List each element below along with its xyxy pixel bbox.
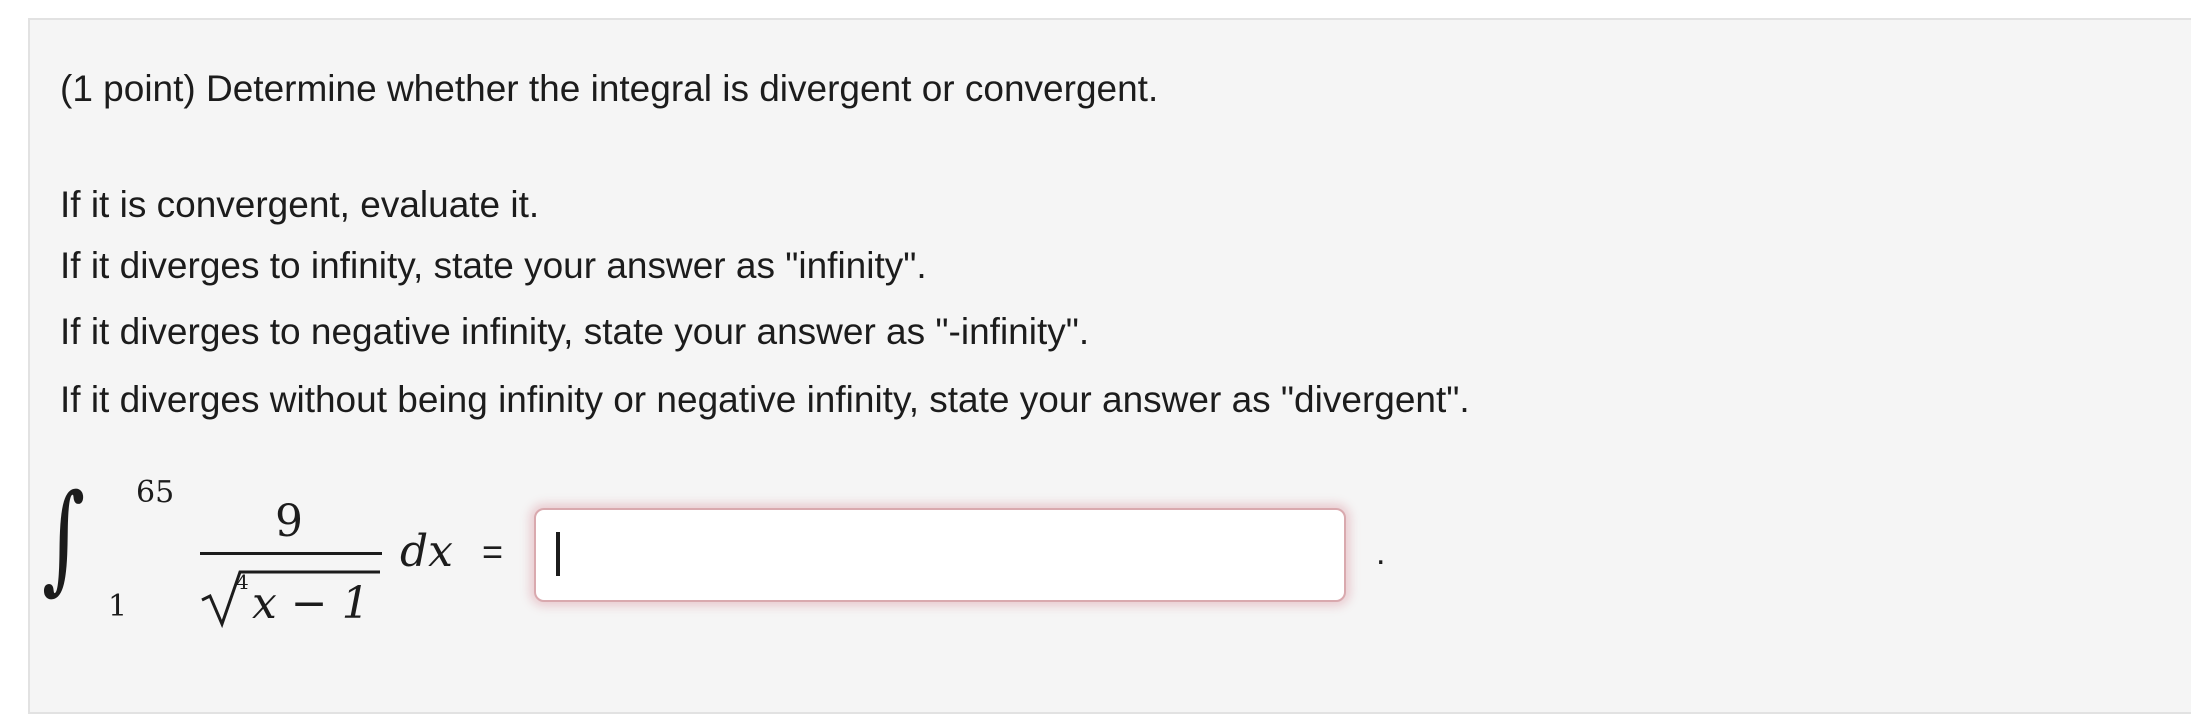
radical-index: 4 [236,570,249,594]
instruction-divergent: If it diverges without being infinity or… [60,379,1470,420]
radicand: x − 1 [252,578,370,629]
text-cursor [556,532,560,576]
problem-headline: (1 point) Determine whether the integral… [60,68,1159,109]
integral-upper-limit: 65 [136,475,175,510]
fraction-bar [200,552,382,555]
fraction-numerator: 9 [275,496,303,547]
instruction-infinity: If it diverges to infinity, state your a… [60,245,927,286]
instruction-negative-infinity: If it diverges to negative infinity, sta… [60,311,1090,352]
integral-lower-limit: 1 [108,589,128,624]
differential: dx [400,526,453,577]
trailing-period: . [1376,534,1386,572]
integral-sign: ∫ [42,468,86,606]
answer-input[interactable] [534,508,1346,602]
instruction-convergent: If it is convergent, evaluate it. [60,184,540,225]
fraction-denominator: 4 x − 1 [200,568,382,629]
equals-sign: = [482,531,504,572]
